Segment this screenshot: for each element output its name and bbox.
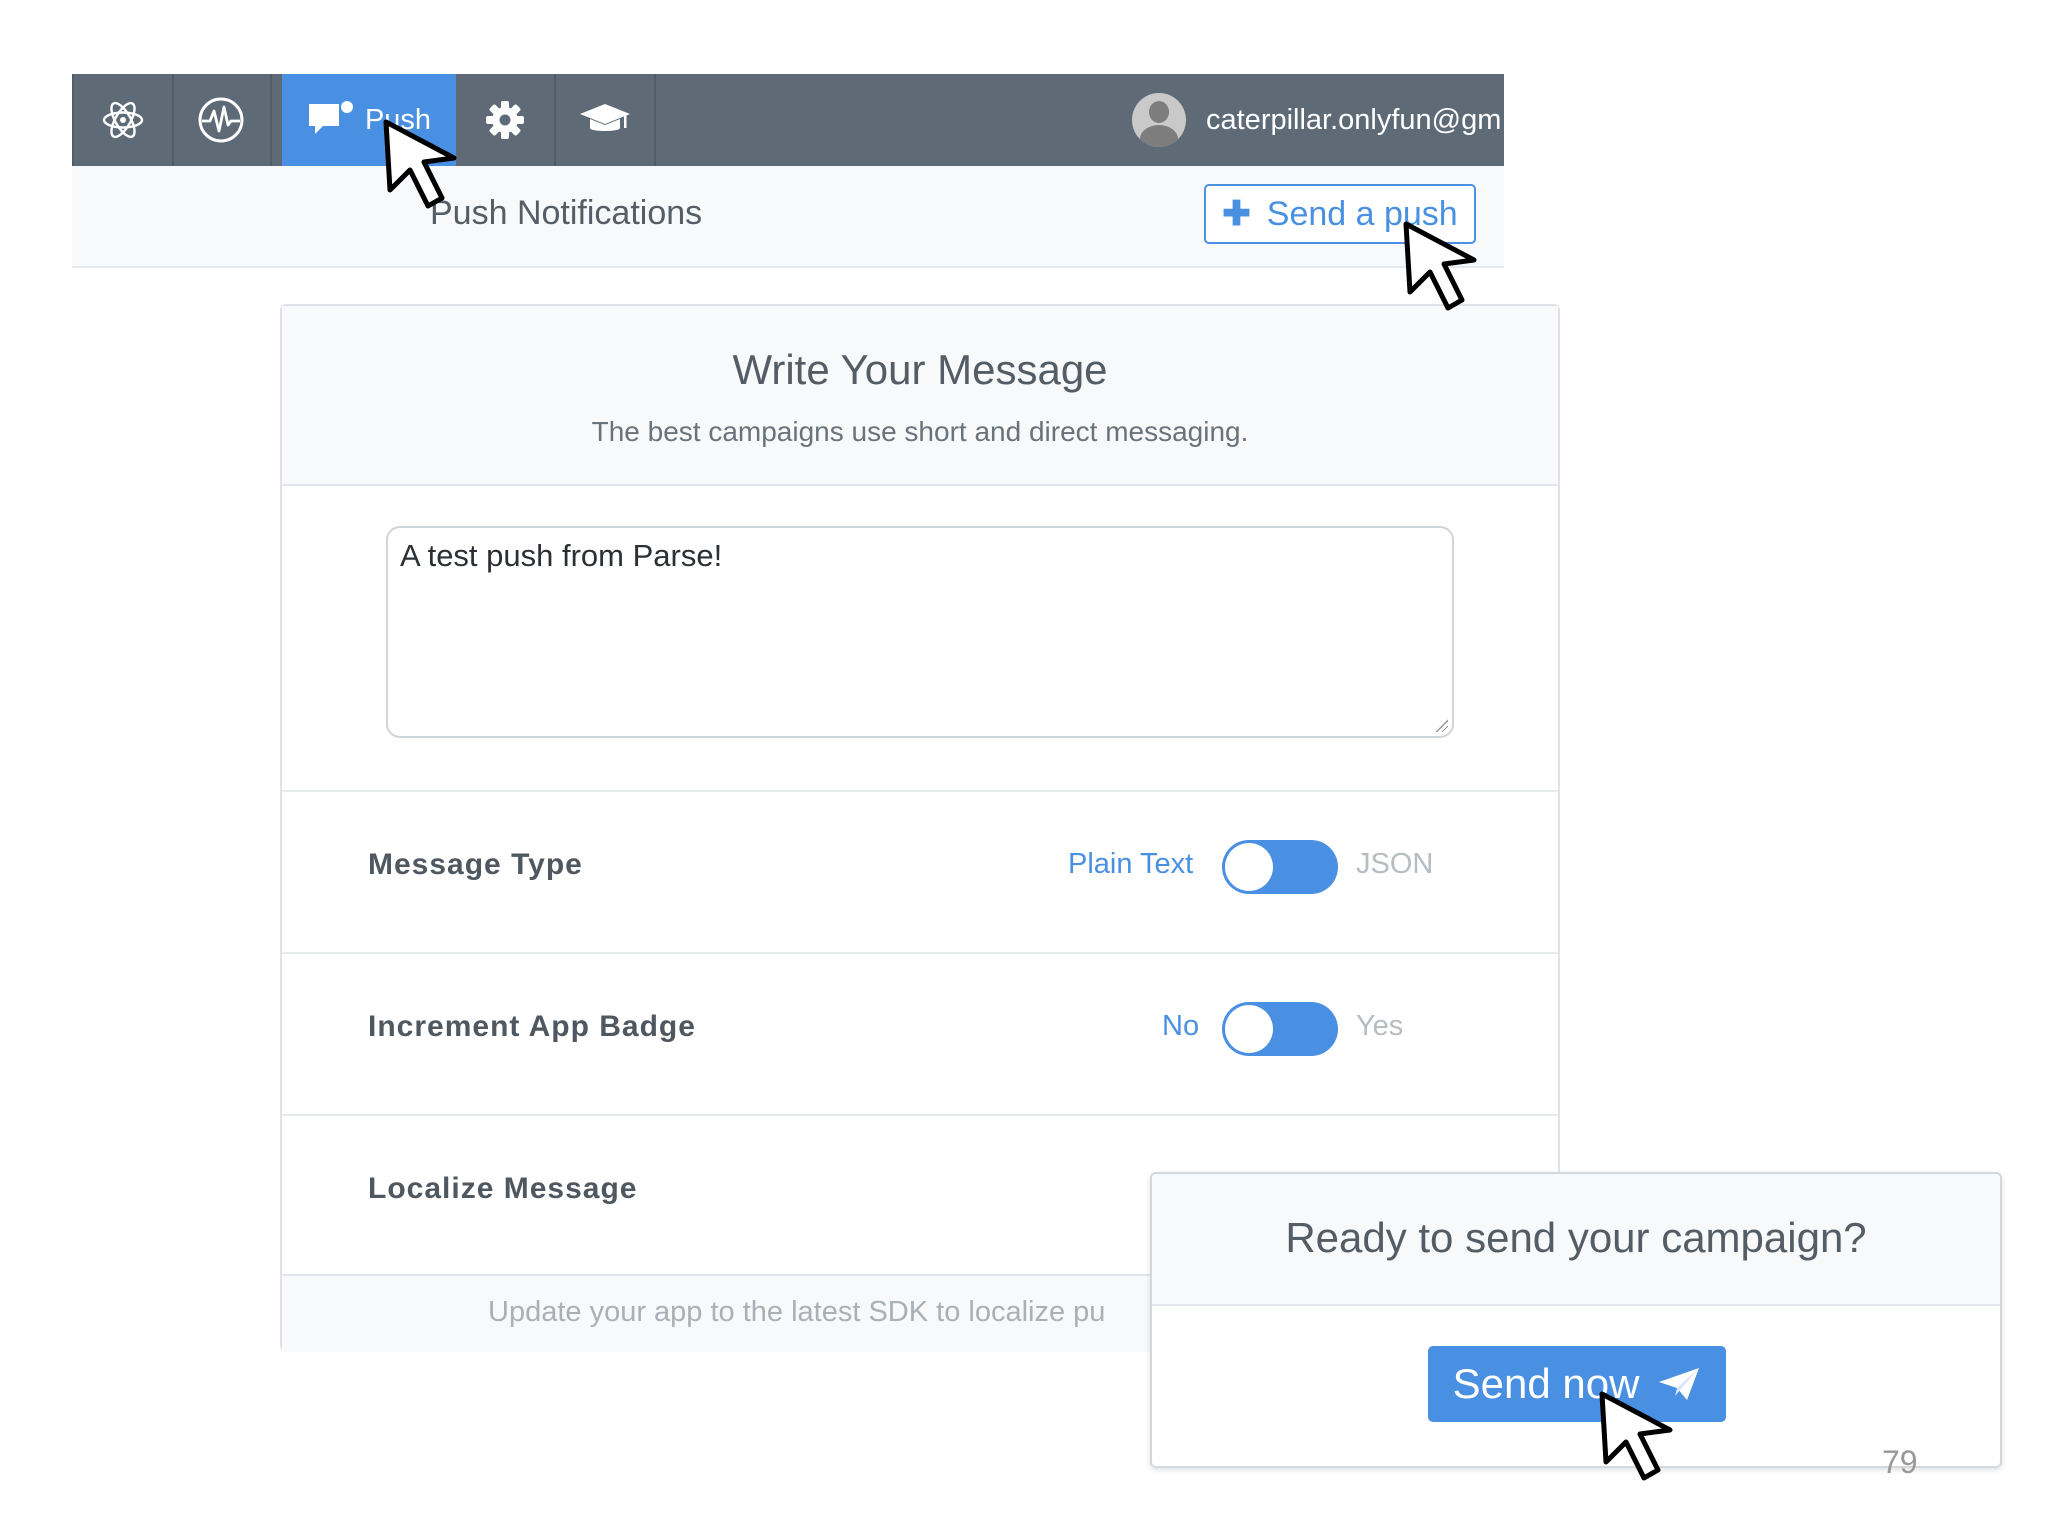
modal-title: Ready to send your campaign? <box>1285 1214 1867 1261</box>
user-menu[interactable]: caterpillar.onlyfun@gm... <box>1132 74 1526 166</box>
increment-badge-option-no[interactable]: No <box>1162 1010 1199 1043</box>
graduation-cap-icon <box>580 104 630 131</box>
gear-icon <box>486 101 524 139</box>
pulse-icon <box>198 97 244 143</box>
composer-title: Write Your Message <box>732 346 1108 393</box>
plus-icon: ✚ <box>1222 195 1251 233</box>
modal-header: Ready to send your campaign? <box>1152 1174 2000 1306</box>
composer-header: Write Your Message The best campaigns us… <box>282 306 1558 486</box>
increment-badge-toggle[interactable] <box>1222 1002 1338 1056</box>
send-now-button[interactable]: Send now <box>1428 1346 1726 1422</box>
page-subheader: Push Notifications ✚ Send a push <box>72 166 1504 268</box>
increment-badge-label: Increment App Badge <box>368 1010 696 1043</box>
message-text: A test push from Parse! <box>400 538 723 573</box>
divider <box>282 790 1558 792</box>
message-type-toggle[interactable] <box>1222 840 1338 894</box>
nav-item-settings[interactable] <box>456 74 556 166</box>
nav-item-apps[interactable] <box>72 74 174 166</box>
avatar <box>1132 93 1186 147</box>
page-number: 79 <box>1882 1444 1918 1480</box>
toggle-knob <box>1225 843 1273 891</box>
nav-item-analytics[interactable] <box>172 74 272 166</box>
top-navbar: Push caterpillar.onlyfun@gm... <box>72 74 1526 166</box>
push-chat-icon <box>308 101 353 134</box>
mouse-pointer-icon <box>1403 221 1477 311</box>
mouse-pointer-icon <box>1599 1391 1673 1481</box>
mouse-pointer-icon <box>383 119 457 209</box>
resize-grip-icon[interactable] <box>1434 718 1448 732</box>
message-type-label: Message Type <box>368 848 583 881</box>
composer-subtitle: The best campaigns use short and direct … <box>591 416 1249 447</box>
message-textarea[interactable]: A test push from Parse! <box>386 526 1454 738</box>
user-email: caterpillar.onlyfun@gm... <box>1206 103 1526 136</box>
message-type-option-plain[interactable]: Plain Text <box>1068 848 1193 881</box>
page-title: Push Notifications <box>430 194 703 232</box>
message-type-option-json[interactable]: JSON <box>1356 848 1433 881</box>
nav-item-docs[interactable] <box>556 74 656 166</box>
toggle-knob <box>1225 1005 1273 1053</box>
increment-badge-option-yes[interactable]: Yes <box>1356 1010 1403 1043</box>
atom-icon <box>102 101 144 139</box>
send-campaign-modal: Ready to send your campaign? Send now <box>1150 1172 2002 1468</box>
divider <box>282 1114 1558 1116</box>
divider <box>282 952 1558 954</box>
localize-message-label: Localize Message <box>368 1172 638 1205</box>
localize-footer-note: Update your app to the latest SDK to loc… <box>488 1296 1106 1328</box>
